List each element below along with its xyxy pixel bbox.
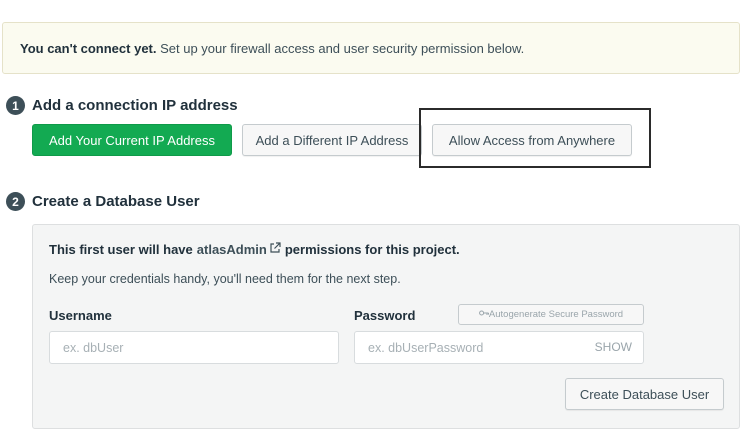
username-label: Username bbox=[49, 308, 112, 323]
panel-subtext: Keep your credentials handy, you'll need… bbox=[49, 272, 401, 286]
panel-intro: This first user will have atlasAdmin per… bbox=[49, 242, 460, 257]
step-2-title: Create a Database User bbox=[32, 193, 200, 210]
add-current-ip-button[interactable]: Add Your Current IP Address bbox=[32, 124, 232, 156]
show-password-toggle[interactable]: SHOW bbox=[595, 340, 632, 354]
connection-warning-banner: You can't connect yet. Set up your firew… bbox=[2, 22, 740, 74]
create-user-panel: This first user will have atlasAdmin per… bbox=[32, 224, 740, 429]
add-different-ip-button[interactable]: Add a Different IP Address bbox=[242, 124, 422, 156]
autogenerate-password-button[interactable]: Autogenerate Secure Password bbox=[458, 304, 644, 325]
username-input[interactable] bbox=[49, 331, 339, 364]
step-1-heading: 1 Add a connection IP address bbox=[6, 96, 238, 115]
external-link-icon[interactable] bbox=[269, 242, 281, 257]
step-1-number-badge: 1 bbox=[6, 96, 25, 115]
password-label: Password bbox=[354, 308, 416, 323]
step-1-title: Add a connection IP address bbox=[32, 97, 238, 114]
step-2-heading: 2 Create a Database User bbox=[6, 192, 200, 211]
step-2-number-badge: 2 bbox=[6, 192, 25, 211]
create-database-user-button[interactable]: Create Database User bbox=[565, 378, 724, 410]
banner-text: Set up your firewall access and user sec… bbox=[156, 41, 525, 56]
panel-intro-prefix: This first user will have bbox=[49, 242, 193, 257]
banner-bold-text: You can't connect yet. bbox=[20, 41, 157, 56]
allow-access-anywhere-button[interactable]: Allow Access from Anywhere bbox=[432, 124, 632, 156]
password-field: SHOW bbox=[354, 331, 644, 364]
autogenerate-password-label: Autogenerate Secure Password bbox=[488, 309, 624, 320]
panel-intro-suffix: permissions for this project. bbox=[284, 242, 460, 257]
atlas-admin-role-link[interactable]: atlasAdmin bbox=[197, 242, 267, 257]
key-icon bbox=[479, 309, 489, 320]
